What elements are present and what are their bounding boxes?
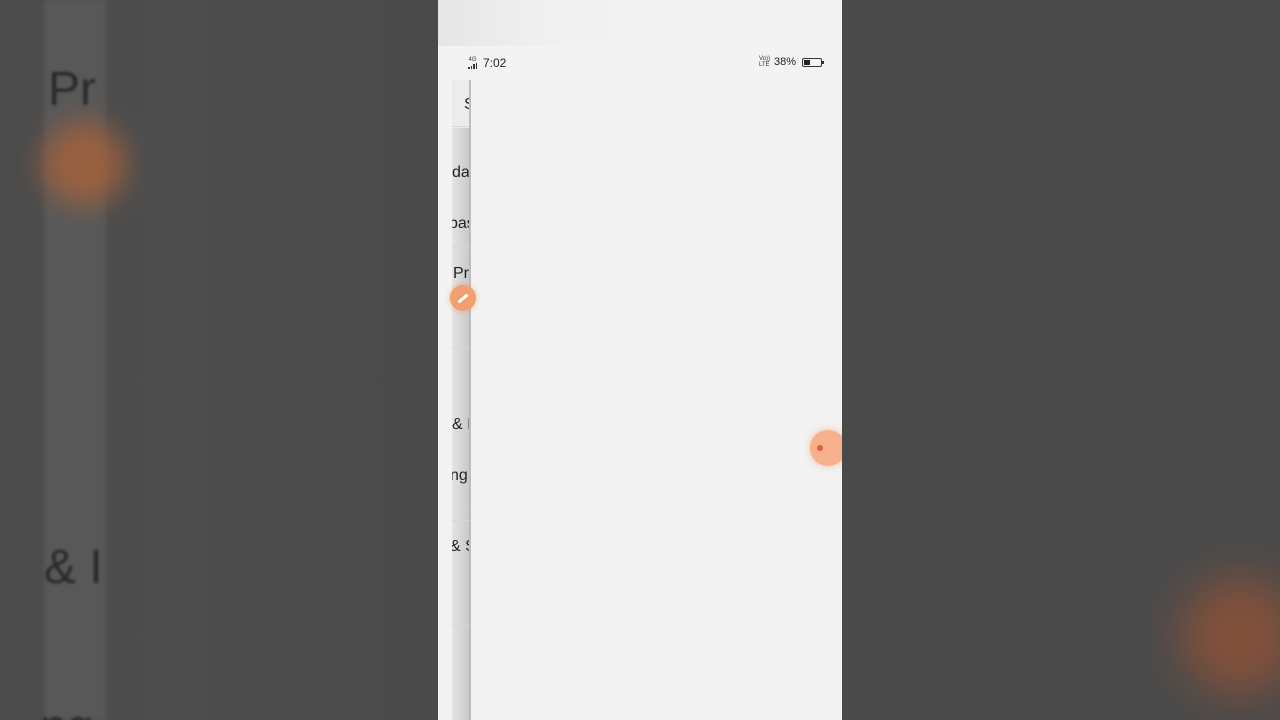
blurred-text: ng <box>40 700 93 720</box>
pencil-icon <box>457 292 469 304</box>
blurred-fab <box>42 122 126 206</box>
drawer-item[interactable]: Pr <box>453 265 469 283</box>
battery-fill <box>804 59 810 65</box>
drawer-edge <box>469 80 471 720</box>
floating-bubble-button[interactable] <box>810 430 842 466</box>
navigation-drawer[interactable]: S da bas Pr & I ng & S <box>452 80 471 720</box>
record-dot-icon <box>817 445 823 451</box>
video-frame: Pr & I ng 4G 7:02 Vo)) LTE <box>0 0 1280 720</box>
blurred-background-right <box>842 0 1280 720</box>
battery-icon <box>802 57 824 67</box>
volte-icon: Vo)) LTE <box>758 56 770 68</box>
status-bar: 4G 7:02 Vo)) LTE 38% <box>452 46 826 80</box>
top-fade <box>438 0 842 46</box>
edit-fab-button[interactable] <box>450 285 476 311</box>
battery-percent: 38% <box>773 56 796 68</box>
blurred-text: & I <box>44 541 103 594</box>
drawer-item[interactable]: da <box>452 164 470 182</box>
blurred-bubble <box>1180 576 1280 696</box>
screen-right-edge <box>826 46 842 720</box>
status-left: 4G 7:02 <box>468 56 506 70</box>
status-time: 7:02 <box>483 56 507 70</box>
blurred-background-left: Pr & I ng <box>0 0 438 720</box>
blurred-text: Pr <box>48 63 96 116</box>
network-signal-icon: 4G <box>468 57 477 69</box>
status-right: Vo)) LTE 38% <box>758 56 824 68</box>
phone-screen: 4G 7:02 Vo)) LTE 38% S da ba Pr & I ng <box>438 0 842 720</box>
drawer-item[interactable]: ng <box>452 467 468 485</box>
